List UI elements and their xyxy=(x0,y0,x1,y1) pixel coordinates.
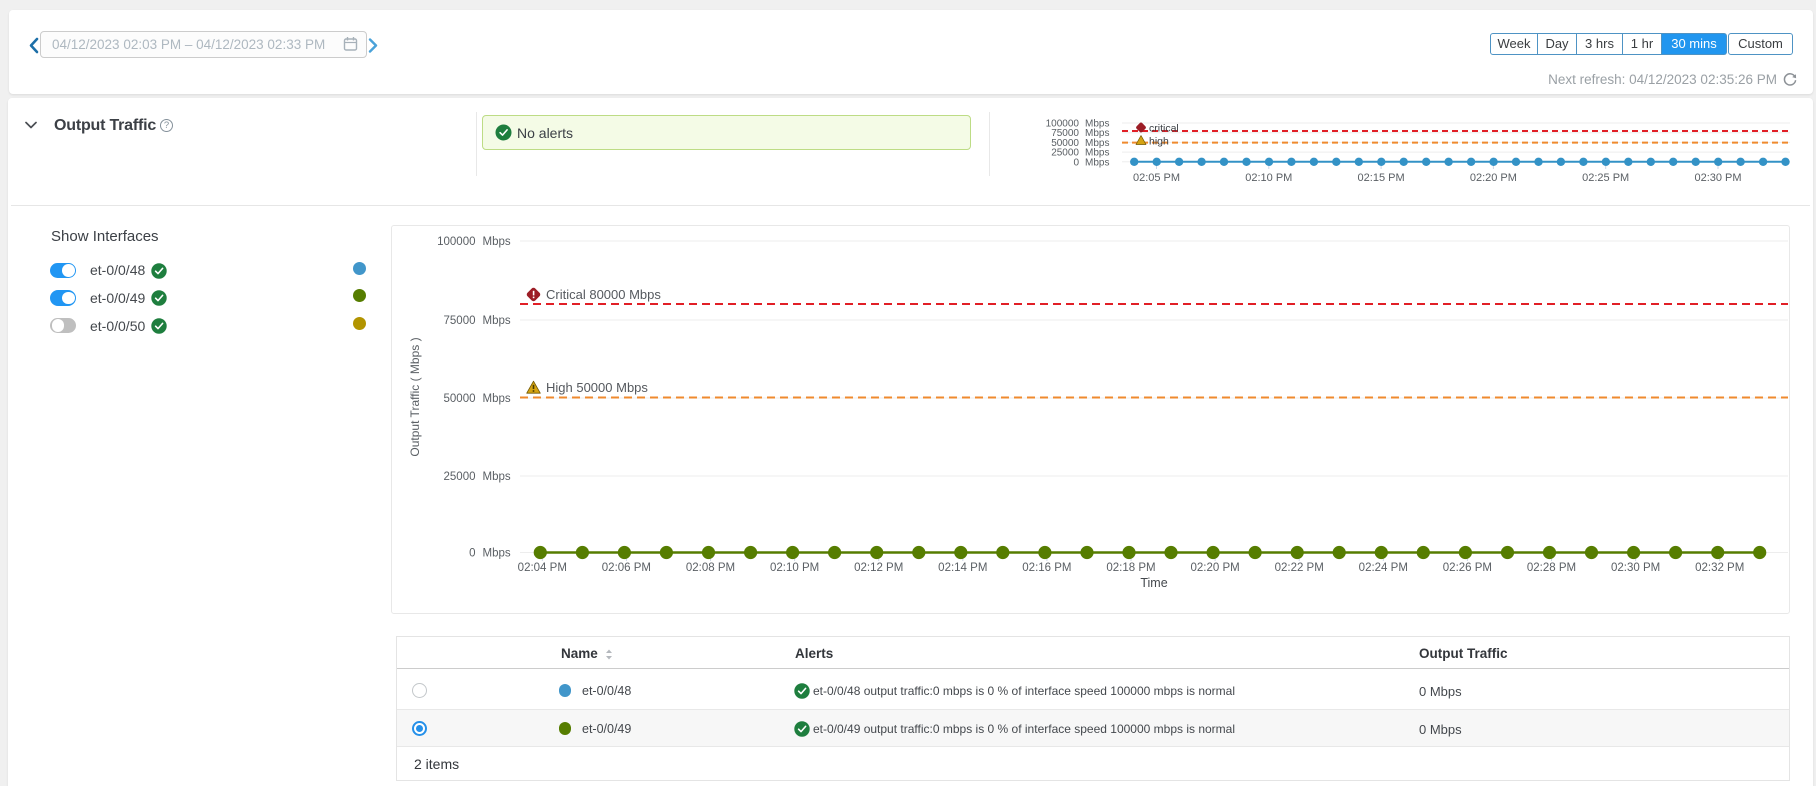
svg-text:critical: critical xyxy=(1149,123,1179,135)
svg-text:02:20 PM: 02:20 PM xyxy=(1470,172,1517,184)
svg-text:Mbps: Mbps xyxy=(1085,157,1109,168)
svg-text:02:22 PM: 02:22 PM xyxy=(1275,562,1324,574)
svg-text:02:15 PM: 02:15 PM xyxy=(1358,172,1405,184)
svg-text:02:10 PM: 02:10 PM xyxy=(770,562,819,574)
svg-text:02:30 PM: 02:30 PM xyxy=(1694,172,1741,184)
svg-text:high: high xyxy=(1149,136,1169,148)
svg-text:Mbps: Mbps xyxy=(483,471,511,483)
svg-text:02:05 PM: 02:05 PM xyxy=(1133,172,1180,184)
svg-text:Mbps: Mbps xyxy=(483,236,511,248)
svg-text:0: 0 xyxy=(469,548,475,560)
svg-text:02:06 PM: 02:06 PM xyxy=(602,562,651,574)
svg-text:02:12 PM: 02:12 PM xyxy=(854,562,903,574)
svg-text:Output Traffic ( Mbps ): Output Traffic ( Mbps ) xyxy=(408,337,422,456)
svg-text:02:26 PM: 02:26 PM xyxy=(1443,562,1492,574)
svg-text:75000: 75000 xyxy=(444,315,476,327)
svg-text:02:16 PM: 02:16 PM xyxy=(1022,562,1071,574)
svg-text:Mbps: Mbps xyxy=(483,548,511,560)
svg-text:02:20 PM: 02:20 PM xyxy=(1190,562,1239,574)
svg-text:Time: Time xyxy=(1140,576,1167,590)
svg-text:Mbps: Mbps xyxy=(483,315,511,327)
svg-text:02:18 PM: 02:18 PM xyxy=(1106,562,1155,574)
svg-text:02:08 PM: 02:08 PM xyxy=(686,562,735,574)
svg-text:02:25 PM: 02:25 PM xyxy=(1582,172,1629,184)
svg-text:Critical 80000 Mbps: Critical 80000 Mbps xyxy=(546,287,661,302)
svg-text:02:14 PM: 02:14 PM xyxy=(938,562,987,574)
svg-text:High 50000 Mbps: High 50000 Mbps xyxy=(546,380,648,395)
svg-text:25000: 25000 xyxy=(444,471,476,483)
svg-text:02:32 PM: 02:32 PM xyxy=(1695,562,1744,574)
svg-text:0: 0 xyxy=(1073,157,1079,168)
svg-text:02:10 PM: 02:10 PM xyxy=(1245,172,1292,184)
svg-text:100000: 100000 xyxy=(437,236,475,248)
svg-text:Mbps: Mbps xyxy=(483,393,511,405)
svg-text:02:04 PM: 02:04 PM xyxy=(518,562,567,574)
svg-text:02:30 PM: 02:30 PM xyxy=(1611,562,1660,574)
svg-text:50000: 50000 xyxy=(444,393,476,405)
svg-text:02:28 PM: 02:28 PM xyxy=(1527,562,1576,574)
svg-text:02:24 PM: 02:24 PM xyxy=(1359,562,1408,574)
